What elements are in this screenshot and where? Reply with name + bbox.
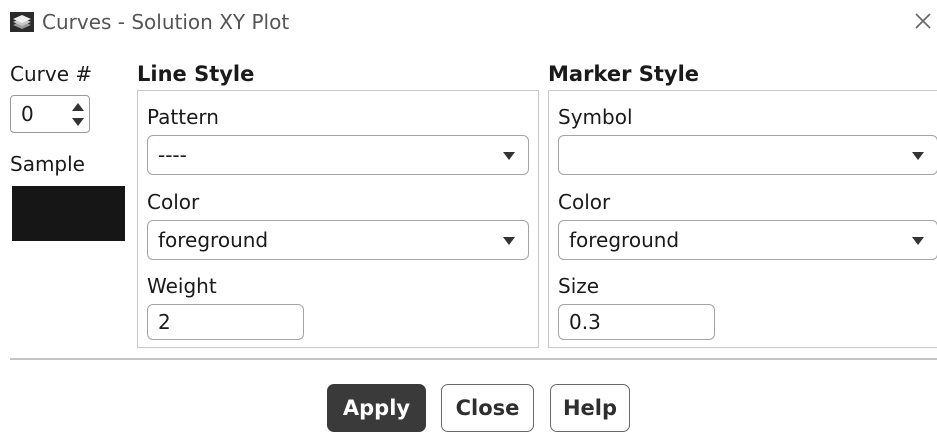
size-value: 0.3 (569, 310, 601, 334)
line-color-dropdown[interactable]: foreground (147, 220, 529, 260)
chevron-down-icon (503, 152, 515, 160)
curve-number-value: 0 (21, 102, 34, 126)
apply-button[interactable]: Apply (327, 384, 426, 432)
chevron-down-icon (912, 152, 924, 160)
curve-number-spinner[interactable]: 0 (10, 95, 90, 133)
weight-input[interactable]: 2 (147, 304, 304, 340)
pattern-label: Pattern (147, 105, 219, 129)
spin-down-icon[interactable] (69, 115, 87, 129)
symbol-dropdown[interactable] (558, 135, 937, 175)
curve-number-label: Curve # (10, 62, 93, 86)
marker-color-dropdown[interactable]: foreground (558, 220, 937, 260)
chevron-down-icon (912, 237, 924, 245)
pattern-value: ---- (158, 143, 187, 167)
sample-label: Sample (10, 152, 85, 176)
chevron-down-icon (503, 237, 515, 245)
line-style-title: Line Style (137, 62, 255, 86)
separator (10, 358, 937, 360)
close-icon[interactable] (912, 8, 934, 34)
line-color-value: foreground (158, 228, 269, 252)
weight-value: 2 (158, 310, 171, 334)
size-input[interactable]: 0.3 (558, 304, 715, 340)
close-button[interactable]: Close (441, 384, 534, 432)
marker-style-group: Symbol Color foreground Size 0.3 (548, 90, 937, 348)
sample-swatch (12, 186, 125, 241)
line-color-label: Color (147, 190, 200, 214)
line-style-group: Pattern ---- Color foreground Weight 2 (137, 90, 539, 348)
marker-color-value: foreground (569, 228, 680, 252)
help-button[interactable]: Help (550, 384, 630, 432)
marker-style-title: Marker Style (548, 62, 700, 86)
app-icon (10, 12, 34, 32)
pattern-dropdown[interactable]: ---- (147, 135, 529, 175)
weight-label: Weight (147, 274, 217, 298)
size-label: Size (558, 274, 600, 298)
title-bar: Curves - Solution XY Plot (0, 0, 937, 46)
window-title: Curves - Solution XY Plot (42, 10, 290, 34)
curves-dialog: Curves - Solution XY Plot Curve # 0 Samp… (0, 0, 937, 433)
spin-up-icon[interactable] (69, 100, 87, 114)
symbol-label: Symbol (558, 105, 633, 129)
marker-color-label: Color (558, 190, 611, 214)
